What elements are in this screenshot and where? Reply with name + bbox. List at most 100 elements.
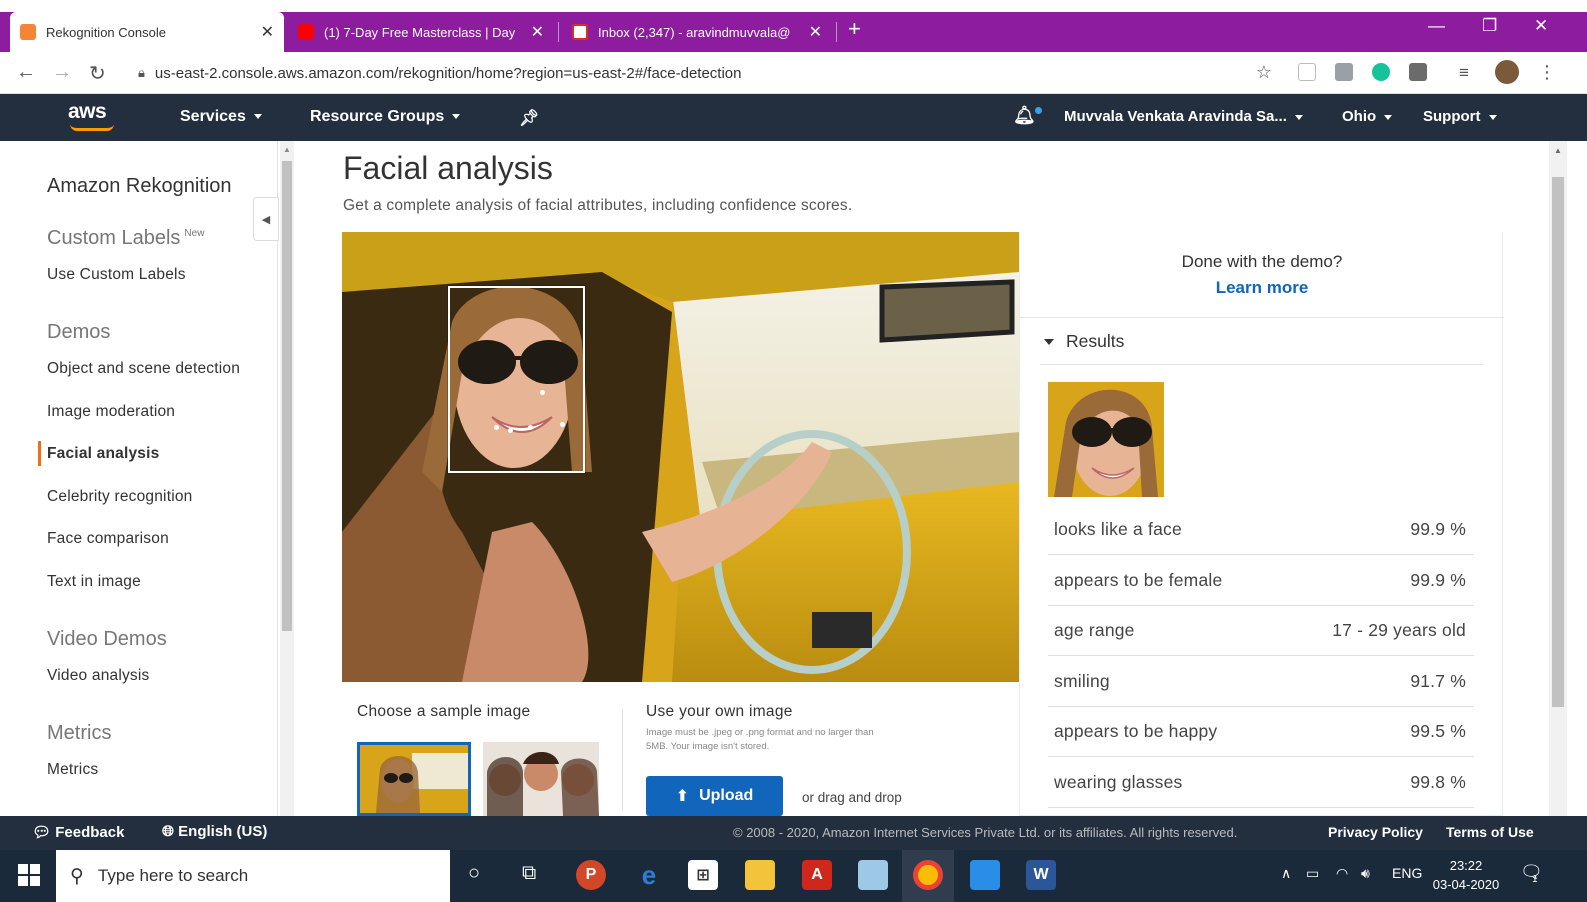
collapse-sidebar-button[interactable]: ◀ — [253, 197, 279, 241]
close-tab-icon[interactable]: ✕ — [809, 22, 822, 42]
close-tab-icon[interactable]: ✕ — [531, 22, 544, 42]
taskbar-clock[interactable]: 23:22 03-04-2020 — [1428, 856, 1504, 894]
photos-icon[interactable] — [970, 860, 1000, 890]
chrome-icon[interactable] — [913, 860, 943, 890]
browser-tabstrip: Rekognition Console ✕ (1) 7-Day Free Mas… — [0, 0, 1587, 52]
sidebar-item-text-in-image[interactable]: Text in image — [47, 573, 141, 591]
scrollbar-thumb[interactable] — [1552, 177, 1564, 707]
task-view-icon[interactable]: ⧉ — [522, 862, 536, 885]
restore-icon[interactable]: ❐ — [1482, 16, 1497, 36]
clock-time: 23:22 — [1449, 858, 1483, 873]
upload-button[interactable]: ⬆ Upload — [646, 776, 783, 816]
sidebar: Amazon Rekognition Custom Labels New Use … — [0, 141, 279, 816]
close-tab-icon[interactable]: ✕ — [261, 22, 274, 42]
speech-bubble-icon: 💬︎ — [32, 824, 56, 841]
region-menu[interactable]: Ohio — [1342, 108, 1393, 125]
acrobat-icon[interactable]: A — [802, 860, 832, 890]
sample-image-car[interactable] — [357, 742, 471, 816]
back-arrow-icon[interactable]: ← — [16, 61, 36, 84]
extension-icon[interactable] — [1298, 63, 1316, 81]
store-icon[interactable]: ⊞ — [688, 860, 718, 890]
input-language[interactable]: ENG — [1392, 865, 1422, 881]
aws-logo-smile — [70, 124, 114, 131]
sample-image-group[interactable] — [483, 742, 599, 816]
extension-clipboard-icon[interactable] — [1335, 63, 1353, 81]
tab-youtube[interactable]: (1) 7-Day Free Masterclass | Day ✕ — [288, 12, 554, 52]
sidebar-item-use-custom-labels[interactable]: Use Custom Labels — [47, 266, 186, 284]
notification-count: 1 — [1532, 874, 1538, 885]
grammarly-icon[interactable] — [1372, 63, 1390, 81]
notification-dot — [1035, 107, 1042, 114]
sidebar-item-metrics[interactable]: Metrics — [47, 761, 98, 779]
wifi-icon[interactable]: ◠ — [1336, 865, 1348, 882]
language-label: English (US) — [178, 823, 268, 840]
account-menu[interactable]: Muvvala Venkata Aravinda Sa... — [1064, 108, 1303, 125]
result-value: 17 - 29 years old — [1332, 619, 1466, 640]
privacy-policy-link[interactable]: Privacy Policy — [1328, 824, 1423, 840]
new-tab-icon[interactable]: + — [848, 16, 861, 42]
media-control-icon[interactable]: ≡ — [1459, 63, 1469, 83]
battery-icon[interactable]: ▭ — [1306, 865, 1319, 882]
sidebar-title[interactable]: Amazon Rekognition — [47, 175, 232, 198]
notifications-bell-icon[interactable]: 🔔︎ — [1013, 105, 1036, 126]
browser-menu-icon[interactable]: ⋮ — [1538, 62, 1556, 83]
reload-icon[interactable]: ↻ — [89, 61, 106, 86]
tab-title: (1) 7-Day Free Masterclass | Day — [324, 24, 516, 40]
language-selector[interactable]: 🌐︎ English (US) — [162, 823, 267, 840]
sidebar-item-object-scene-detection[interactable]: Object and scene detection — [47, 360, 240, 378]
file-explorer-icon[interactable] — [745, 860, 775, 890]
car-scene-illustration — [342, 232, 1019, 682]
result-row-happy: appears to be happy 99.5 % — [1048, 706, 1474, 757]
active-item-marker — [38, 441, 41, 466]
scroll-up-icon[interactable]: ▲ — [283, 145, 291, 154]
sidebar-scrollbar[interactable]: ▲ — [280, 141, 294, 816]
result-row-face: looks like a face 99.9 % — [1048, 504, 1474, 555]
feedback-button[interactable]: 💬︎ Feedback — [32, 823, 124, 841]
result-label: appears to be happy — [1054, 720, 1218, 741]
tab-rekognition-console[interactable]: Rekognition Console ✕ — [10, 12, 284, 52]
notebook-app-icon[interactable] — [858, 860, 888, 890]
tab-gmail[interactable]: Inbox (2,347) - aravindmuvvala@ ✕ — [562, 12, 832, 52]
taskbar-search[interactable]: ⚲ Type here to search — [56, 850, 450, 902]
results-toggle[interactable]: Results — [1044, 331, 1124, 352]
sidebar-item-image-moderation[interactable]: Image moderation — [47, 403, 175, 421]
minimize-icon[interactable]: — — [1428, 16, 1445, 36]
result-label: looks like a face — [1054, 518, 1182, 539]
gmail-favicon-icon — [572, 24, 588, 40]
resource-groups-label: Resource Groups — [310, 108, 445, 125]
learn-more-link[interactable]: Learn more — [1020, 278, 1504, 298]
result-value: 99.8 % — [1410, 771, 1466, 792]
aws-logo[interactable]: aws — [68, 100, 107, 124]
cortana-icon[interactable]: ○ — [468, 862, 480, 885]
services-menu[interactable]: Services — [180, 108, 262, 126]
window-close-icon[interactable]: ✕ — [1534, 16, 1548, 36]
copyright-text: © 2008 - 2020, Amazon Internet Services … — [733, 825, 1238, 840]
volume-icon[interactable]: 🔊︎ — [1361, 865, 1370, 882]
powerpoint-icon[interactable]: P — [576, 860, 606, 890]
terms-of-use-link[interactable]: Terms of Use — [1446, 824, 1534, 840]
profile-avatar[interactable] — [1495, 60, 1519, 84]
sidebar-item-video-analysis[interactable]: Video analysis — [47, 667, 149, 685]
forward-arrow-icon[interactable]: → — [52, 61, 72, 84]
result-label: smiling — [1054, 670, 1110, 691]
support-menu[interactable]: Support — [1423, 108, 1497, 125]
windows-start-icon[interactable] — [18, 864, 40, 886]
result-row-gender: appears to be female 99.9 % — [1048, 555, 1474, 606]
main-scrollbar[interactable]: ▲ — [1549, 141, 1567, 816]
address-bar[interactable]: 🔒︎ us-east-2.console.aws.amazon.com/reko… — [124, 58, 1284, 88]
sidebar-item-celebrity-recognition[interactable]: Celebrity recognition — [47, 488, 193, 506]
tray-chevron-up-icon[interactable]: ∧ — [1281, 865, 1291, 882]
scroll-up-icon[interactable]: ▲ — [1554, 146, 1562, 155]
edge-icon[interactable]: e — [634, 860, 664, 890]
sidebar-item-facial-analysis[interactable]: Facial analysis — [47, 445, 159, 463]
result-label: wearing glasses — [1054, 771, 1183, 792]
pin-icon[interactable]: 📌︎ — [519, 108, 539, 128]
bookmark-star-icon[interactable]: ☆ — [1256, 62, 1272, 83]
feedback-label: Feedback — [55, 824, 125, 841]
resource-groups-menu[interactable]: Resource Groups — [310, 108, 461, 126]
scrollbar-thumb[interactable] — [282, 161, 292, 631]
sidebar-item-face-comparison[interactable]: Face comparison — [47, 530, 169, 548]
face-crop-image — [1048, 382, 1164, 497]
word-icon[interactable]: W — [1026, 860, 1056, 890]
extension-e-icon[interactable] — [1409, 63, 1427, 81]
